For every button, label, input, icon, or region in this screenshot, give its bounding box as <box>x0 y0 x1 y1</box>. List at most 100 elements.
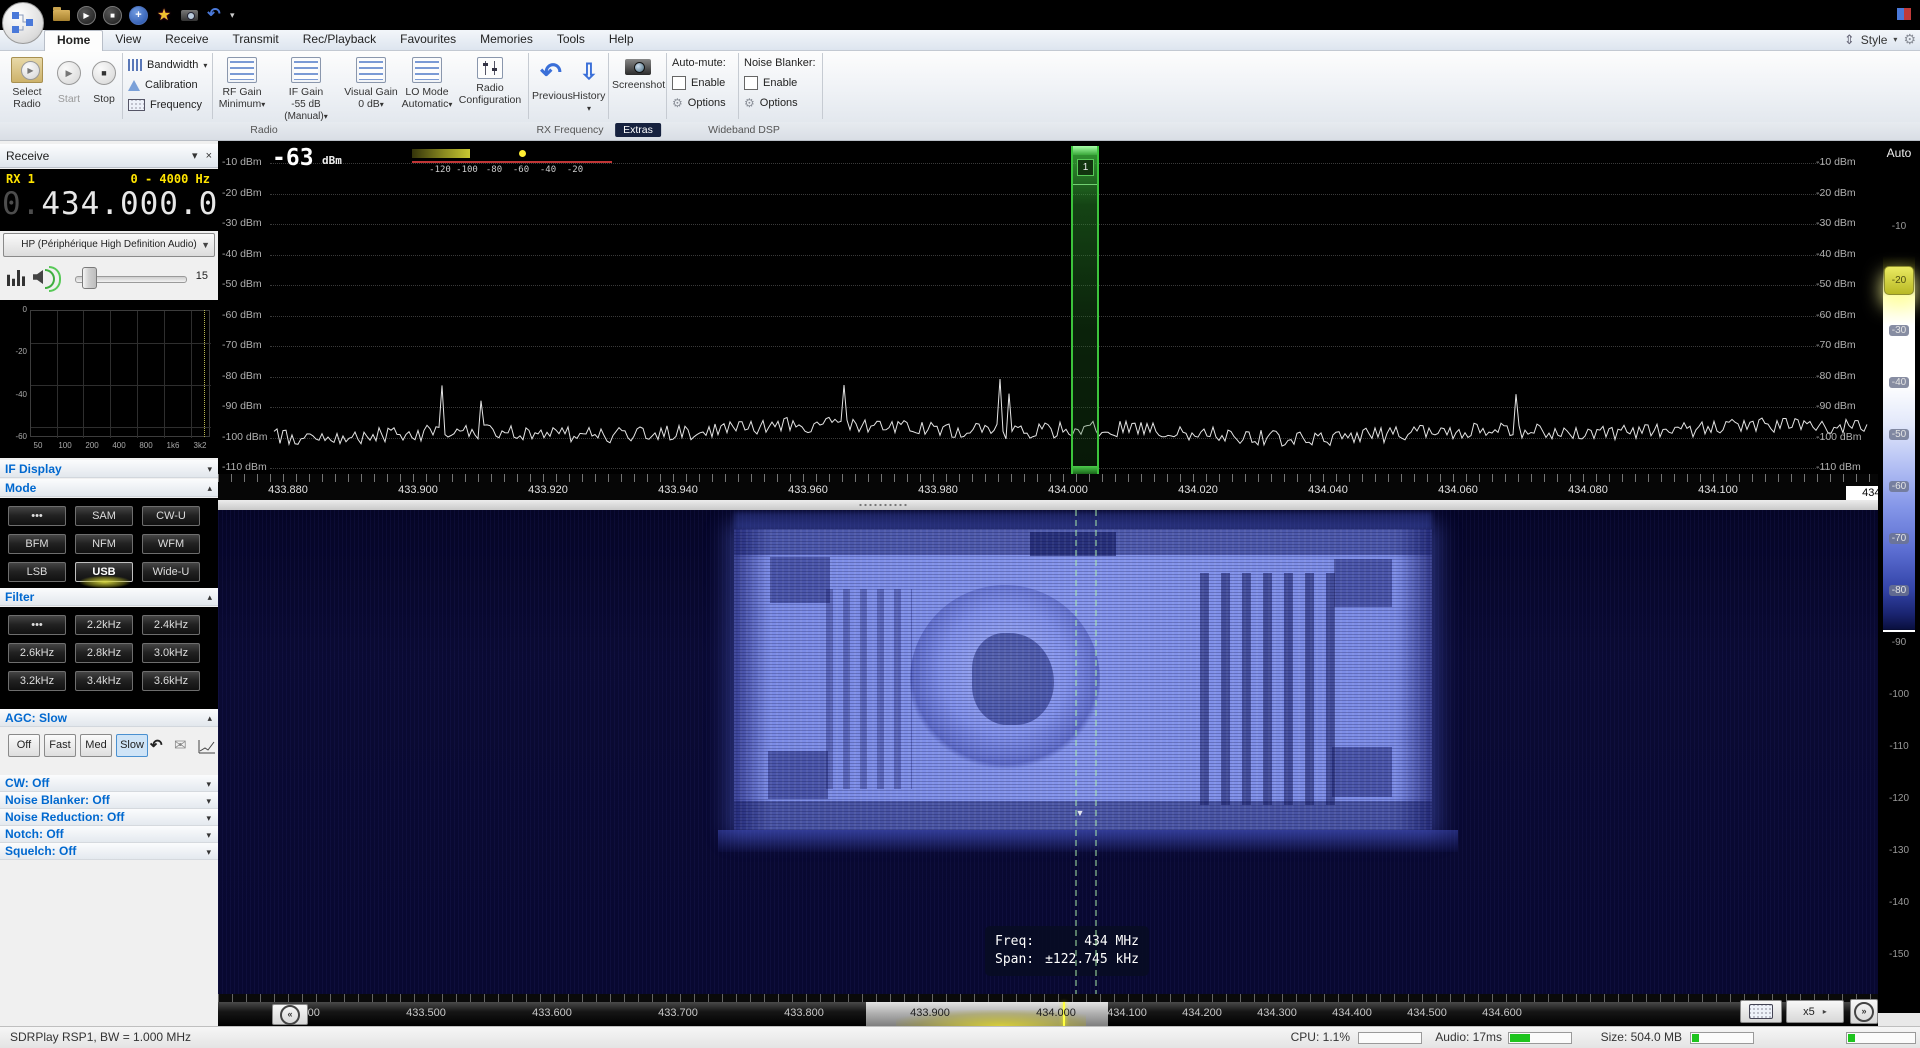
spectrum-waterfall-splitter[interactable] <box>218 500 1878 510</box>
stop-icon[interactable]: ■ <box>103 6 122 25</box>
filter-button-[interactable]: ••• <box>8 615 66 635</box>
splitter-grip[interactable] <box>858 503 908 507</box>
audio-device-select[interactable]: HP (Périphérique High Definition Audio) … <box>3 233 215 257</box>
quick-access-more-icon[interactable]: ▾ <box>230 10 235 21</box>
mode-button-wfm[interactable]: WFM <box>142 534 200 554</box>
navigator-bar[interactable]: 433.400433.500433.600433.700433.800433.9… <box>218 1002 1878 1026</box>
mode-button-bfm[interactable]: BFM <box>8 534 66 554</box>
agc-button-off[interactable]: Off <box>8 734 40 757</box>
spectrum-display[interactable]: -63 dBm -120-100-80-60-40-20 1 -10 dBm-1… <box>218 141 1878 474</box>
visual-gain-button[interactable]: Visual Gain0 dB▾ <box>344 53 398 111</box>
scale-gradient-bar[interactable]: -20 -10-30-40-50-60-70-80-90-100-110-120… <box>1883 169 1915 993</box>
frequency-display-box[interactable]: RX 1 0 - 4000 Hz 0.434.000.000 <box>0 169 218 231</box>
settings-gear-icon[interactable]: ⚙ <box>1903 31 1916 48</box>
agc-button-slow[interactable]: Slow <box>116 734 148 757</box>
collapsed-section-cw-off[interactable]: CW: Off▾ <box>0 775 218 792</box>
tab-memories[interactable]: Memories <box>468 30 545 50</box>
panel-close-icon[interactable]: × <box>206 144 212 168</box>
mode-button-lsb[interactable]: LSB <box>8 562 66 582</box>
auto-mute-enable-checkbox[interactable] <box>672 76 686 90</box>
expand-chevron-icon[interactable]: ▾ <box>206 776 211 792</box>
filter-button-3-6khz[interactable]: 3.6kHz <box>142 671 200 691</box>
agc-undo-icon[interactable]: ↶ <box>150 736 163 754</box>
tab-view[interactable]: View <box>103 30 153 50</box>
radio-configuration-button[interactable]: RadioConfiguration <box>456 53 524 106</box>
auto-mute-enable[interactable]: Enable <box>672 73 734 93</box>
filter-button-3-2khz[interactable]: 3.2kHz <box>8 671 66 691</box>
collapsed-section-squelch-off[interactable]: Squelch: Off▾ <box>0 843 218 860</box>
expand-chevron-icon[interactable]: ▾ <box>206 793 211 809</box>
mode-button-sam[interactable]: SAM <box>75 506 133 526</box>
waterfall-display[interactable]: Freq:434 MHz Span:±122.745 kHz ▼ <box>218 510 1878 996</box>
open-folder-icon[interactable] <box>52 6 70 24</box>
filter-button-3-4khz[interactable]: 3.4kHz <box>75 671 133 691</box>
navigator-pan-right-button[interactable]: » <box>1850 999 1878 1024</box>
audio-spectrum-plot[interactable] <box>30 310 210 437</box>
undo-icon[interactable]: ↶ <box>205 6 223 24</box>
rf-gain-button[interactable]: RF GainMinimum▾ <box>216 53 268 111</box>
tab-home[interactable]: Home <box>44 30 103 51</box>
collapsed-section-noise-blanker-off[interactable]: Noise Blanker: Off▾ <box>0 792 218 809</box>
history-button[interactable]: ⇩ History▾ <box>572 53 606 115</box>
section-mode[interactable]: Mode▴ <box>0 479 218 497</box>
calibration-button[interactable]: Calibration <box>128 75 207 95</box>
agc-graph-icon[interactable] <box>198 739 216 754</box>
frequency-axis[interactable]: 433.880433.900433.920433.940433.960433.9… <box>218 474 1878 500</box>
mode-button-nfm[interactable]: NFM <box>75 534 133 554</box>
filter-button-3-0khz[interactable]: 3.0kHz <box>142 643 200 663</box>
tab-receive[interactable]: Receive <box>153 30 220 50</box>
noise-blanker-options[interactable]: ⚙ Options <box>744 93 816 113</box>
frequency-button[interactable]: Frequency <box>128 95 207 115</box>
play-icon[interactable]: ▶ <box>77 6 96 25</box>
ribbon-collapse-icon[interactable]: ⇕ <box>1844 32 1855 48</box>
if-gain-button[interactable]: IF Gain-55 dB (Manual)▾ <box>270 53 342 123</box>
agc-envelope-icon[interactable]: ✉ <box>174 736 187 754</box>
tuning-marker[interactable]: 1 <box>1071 146 1099 474</box>
filter-button-2-2khz[interactable]: 2.2kHz <box>75 615 133 635</box>
style-menu[interactable]: Style <box>1861 33 1888 47</box>
filter-button-2-8khz[interactable]: 2.8kHz <box>75 643 133 663</box>
frequency-navigator[interactable]: 433.400433.500433.600433.700433.800433.9… <box>218 994 1920 1026</box>
bandwidth-button[interactable]: Bandwidth▾ <box>128 55 207 75</box>
filter-button-2-6khz[interactable]: 2.6kHz <box>8 643 66 663</box>
volume-slider-handle[interactable] <box>82 267 97 289</box>
collapsed-section-noise-reduction-off[interactable]: Noise Reduction: Off▾ <box>0 809 218 826</box>
mode-button-usb[interactable]: USB <box>75 562 133 582</box>
navigator-zoom-button[interactable]: x5 ▸ <box>1786 1000 1844 1023</box>
add-icon[interactable]: + <box>129 6 148 25</box>
agc-button-med[interactable]: Med <box>80 734 112 757</box>
favourite-star-icon[interactable]: ★ <box>155 6 173 24</box>
noise-blanker-enable-checkbox[interactable] <box>744 76 758 90</box>
stop-button[interactable]: ■ Stop <box>88 53 120 105</box>
application-menu-button[interactable] <box>2 2 44 44</box>
speaker-icon[interactable] <box>33 270 43 284</box>
filter-button-2-4khz[interactable]: 2.4kHz <box>142 615 200 635</box>
expand-chevron-icon[interactable]: ▾ <box>206 844 211 860</box>
expand-chevron-icon[interactable]: ▾ <box>206 810 211 826</box>
agc-button-fast[interactable]: Fast <box>44 734 76 757</box>
section-filter[interactable]: Filter▴ <box>0 588 218 606</box>
previous-button[interactable]: ↶ Previous <box>532 53 570 102</box>
collapsed-section-notch-off[interactable]: Notch: Off▾ <box>0 826 218 843</box>
section-if-display[interactable]: IF Display▾ <box>0 460 218 478</box>
equalizer-icon[interactable] <box>7 270 25 286</box>
noise-blanker-enable[interactable]: Enable <box>744 73 816 93</box>
scale-handle[interactable]: -20 <box>1884 266 1914 295</box>
tab-help[interactable]: Help <box>597 30 646 50</box>
mode-button-wide-u[interactable]: Wide-U <box>142 562 200 582</box>
scale-auto-button[interactable]: Auto <box>1878 146 1920 160</box>
panel-collapse-icon[interactable]: ▾ <box>192 144 198 168</box>
section-agc[interactable]: AGC: Slow▴ <box>0 709 218 727</box>
tab-favourites[interactable]: Favourites <box>388 30 468 50</box>
auto-mute-options[interactable]: ⚙ Options <box>672 93 734 113</box>
tab-tools[interactable]: Tools <box>545 30 597 50</box>
camera-icon[interactable] <box>180 6 198 24</box>
lo-mode-button[interactable]: LO ModeAutomatic▾ <box>400 53 454 111</box>
tab-transmit[interactable]: Transmit <box>221 30 291 50</box>
navigator-pan-left-button[interactable]: « <box>272 1004 308 1025</box>
start-button[interactable]: ▶ Start <box>52 53 86 105</box>
screenshot-button[interactable]: Screenshot <box>612 53 664 91</box>
select-radio-button[interactable]: ▶ SelectRadio <box>4 53 50 110</box>
tab-rec-playback[interactable]: Rec/Playback <box>291 30 388 50</box>
mode-button-cw-u[interactable]: CW-U <box>142 506 200 526</box>
